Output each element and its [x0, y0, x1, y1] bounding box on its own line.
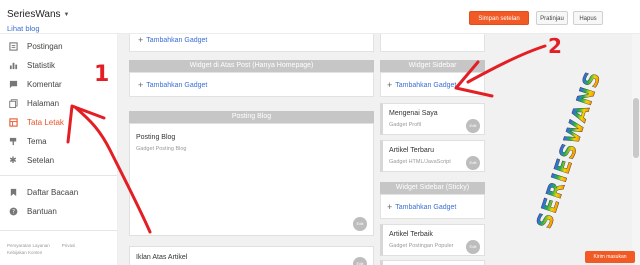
watermark-text: SERIESWANS	[532, 68, 606, 231]
gadget-about-me[interactable]: Mengenai Saya Gadget Profil Edit	[380, 103, 485, 135]
stats-icon	[8, 60, 18, 70]
theme-icon	[8, 136, 18, 146]
plus-icon: +	[138, 80, 144, 90]
sidebar-item-pages[interactable]: Halaman	[8, 95, 59, 111]
gadget-title: Artikel Terbaru	[389, 147, 435, 154]
discard-button[interactable]: Hapus	[573, 11, 603, 25]
privacy-link[interactable]: Privasi	[62, 242, 76, 249]
sidebar-item-label: Halaman	[27, 98, 60, 108]
add-gadget-link[interactable]: + Tambahkan Gadget	[387, 202, 456, 212]
plus-icon: +	[387, 80, 393, 90]
sidebar-item-layout[interactable]: Tata Letak	[8, 114, 64, 130]
layout-icon	[8, 117, 18, 127]
help-icon: ?	[8, 206, 18, 216]
sidebar-item-label: Postingan	[27, 41, 63, 51]
edit-button[interactable]: Edit	[466, 156, 480, 170]
above-post-section: + Tambahkan Gadget	[129, 72, 374, 97]
preview-button[interactable]: Pratinjau	[536, 11, 568, 25]
header-section: + Tambahkan Gadget	[129, 34, 374, 52]
sidebar-item-label: Daftar Bacaan	[27, 187, 79, 197]
sidebar-item-comments[interactable]: Komentar	[8, 76, 62, 92]
top-bar: SeriesWans ▼ Lihat blog Simpan setelan P…	[0, 0, 640, 34]
view-blog-link[interactable]: Lihat blog	[7, 24, 40, 33]
gadget-title: Posting Blog	[136, 134, 176, 141]
ad-gadget[interactable]: Iklan Atas Artikel Edit	[129, 246, 374, 265]
gadget-subtitle: Gadget Posting Blog	[136, 146, 187, 152]
sidebar-item-stats[interactable]: Statistik	[8, 57, 55, 73]
sidebar-divider	[0, 175, 117, 176]
sidebar-item-settings[interactable]: ✱ Setelan	[8, 152, 54, 168]
sidebar-item-posts[interactable]: Postingan	[8, 38, 63, 54]
watermark-logo: SERIESWANS	[532, 68, 606, 232]
step-number-one: 1	[94, 62, 110, 87]
right-top-section	[380, 34, 485, 52]
plus-icon: +	[387, 202, 393, 212]
edit-button[interactable]: Edit	[466, 119, 480, 133]
sidebar-item-label: Tema	[27, 136, 47, 146]
terms-link[interactable]: Persyaratan Layanan	[7, 242, 50, 249]
sidebar-item-help[interactable]: ? Bantuan	[8, 203, 57, 219]
sticky-sidebar-add: + Tambahkan Gadget	[380, 194, 485, 219]
widget-sidebar-add: + Tambahkan Gadget	[380, 72, 485, 97]
comments-icon	[8, 79, 18, 89]
add-gadget-link[interactable]: + Tambahkan Gadget	[138, 35, 207, 45]
sidebar-item-reading-list[interactable]: Daftar Bacaan	[8, 184, 78, 200]
gadget-partial	[380, 260, 485, 265]
sidebar-item-label: Komentar	[27, 79, 62, 89]
blog-name: SeriesWans	[7, 9, 61, 20]
gadget-popular-posts[interactable]: Artikel Terbaik Gadget Postingan Populer…	[380, 224, 485, 256]
add-gadget-link[interactable]: + Tambahkan Gadget	[138, 80, 207, 90]
sidebar-item-label: Statistik	[27, 60, 56, 70]
gadget-title: Iklan Atas Artikel	[136, 254, 188, 261]
gadget-title: Artikel Terbaik	[389, 231, 433, 238]
gear-icon: ✱	[9, 154, 17, 165]
gadget-subtitle: Gadget Profil	[389, 122, 422, 128]
sidebar-item-label: Bantuan	[27, 206, 57, 216]
svg-text:?: ?	[11, 209, 14, 215]
gadget-subtitle: Gadget Postingan Populer	[389, 243, 454, 249]
edit-button[interactable]: Edit	[353, 257, 367, 265]
edit-button[interactable]: Edit	[466, 240, 480, 254]
sidebar-divider	[0, 230, 117, 231]
edit-button[interactable]: Edit	[353, 217, 367, 231]
feedback-button[interactable]: Kirim masukan	[585, 251, 635, 263]
save-button[interactable]: Simpan setelan	[469, 11, 529, 25]
blog-switcher[interactable]: SeriesWans ▼	[7, 9, 70, 20]
sidebar-footer: Persyaratan Layanan Privasi Kebijakan Ko…	[7, 242, 112, 256]
plus-icon: +	[138, 35, 144, 45]
section-title: Widget di Atas Post (Hanya Homepage)	[129, 60, 374, 72]
gadget-latest-posts[interactable]: Artikel Terbaru Gadget HTML/JavaScript E…	[380, 140, 485, 172]
gadget-subtitle: Gadget HTML/JavaScript	[389, 159, 451, 165]
pages-icon	[8, 98, 18, 108]
sidebar-item-theme[interactable]: Tema	[8, 133, 47, 149]
step-number-two: 2	[548, 34, 562, 58]
sidebar-item-label: Setelan	[27, 155, 55, 165]
blog-posts-gadget[interactable]: Posting Blog Gadget Posting Blog Edit	[129, 123, 374, 236]
section-title: Widget Sidebar (Sticky)	[380, 182, 485, 194]
section-title: Widget Sidebar	[380, 60, 485, 72]
posts-icon	[8, 41, 18, 51]
gadget-title: Mengenai Saya	[389, 110, 438, 117]
chevron-down-icon: ▼	[63, 11, 70, 18]
section-title: Posting Blog	[129, 111, 374, 123]
content-policy-link[interactable]: Kebijakan Konten	[7, 249, 42, 256]
sidebar-item-label: Tata Letak	[27, 117, 64, 127]
bookmark-icon	[8, 187, 18, 197]
add-gadget-link[interactable]: + Tambahkan Gadget	[387, 80, 456, 90]
